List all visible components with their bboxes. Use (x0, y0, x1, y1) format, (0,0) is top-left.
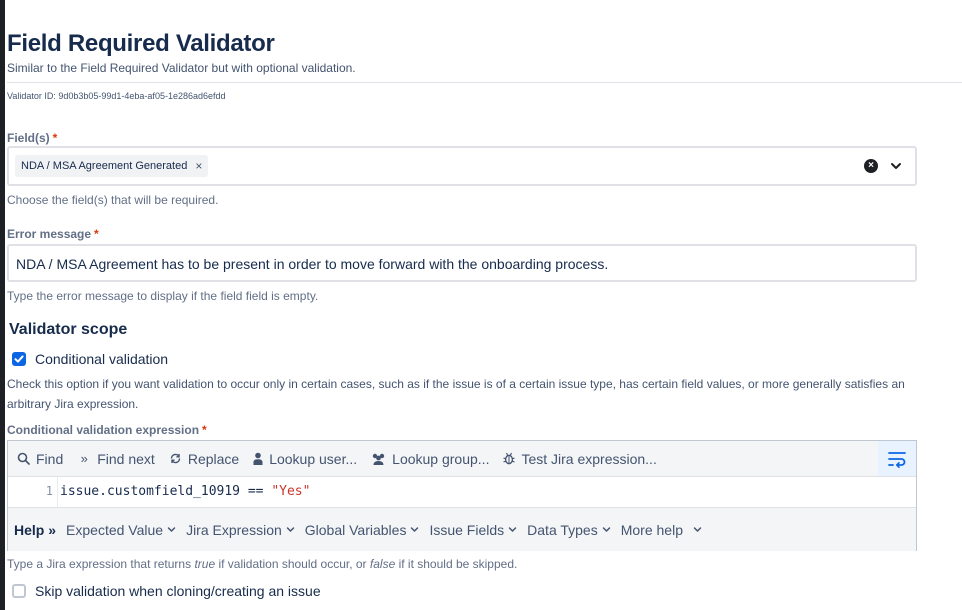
helper-false: false (369, 557, 396, 571)
help-label-text: Help (14, 521, 45, 538)
skip-validation-label[interactable]: Skip validation when cloning/creating an… (35, 583, 321, 599)
validator-scope-heading: Validator scope (9, 321, 128, 338)
find-label: Find (36, 450, 64, 467)
lookup-group-button[interactable]: Lookup group... (371, 451, 489, 467)
header-divider (7, 82, 962, 83)
help-item-label: More help (620, 521, 683, 538)
search-icon (17, 452, 30, 465)
replace-button[interactable]: Replace (169, 451, 239, 467)
selected-field-tag-label: NDA / MSA Agreement Generated (21, 160, 188, 172)
fields-select[interactable]: NDA / MSA Agreement Generated × × (7, 146, 917, 186)
help-label: Help » (14, 521, 57, 538)
help-more-help[interactable]: More help (621, 522, 702, 538)
helper-text: Type a Jira expression that returns (7, 557, 195, 571)
required-mark: * (94, 227, 99, 241)
conditional-validation-label[interactable]: Conditional validation (35, 351, 168, 367)
wrap-lines-icon (888, 451, 906, 468)
help-global-variables[interactable]: Global Variables (305, 522, 420, 538)
chevron-down-icon (167, 527, 176, 533)
line-number: 1 (45, 484, 53, 498)
helper-text: if validation should occur, or (215, 557, 370, 571)
code-editor-area[interactable]: 1 issue.customfield_10919 == "Yes" (8, 477, 916, 507)
conditional-validation-description: Check this option if you want validation… (7, 377, 905, 411)
fields-label-text: Field(s) (7, 131, 50, 145)
user-icon (253, 452, 263, 465)
help-bar: Help » Expected Value Jira Expression Gl… (8, 507, 916, 551)
code-string-literal: "Yes" (271, 484, 311, 499)
test-expression-label: Test Jira expression... (521, 450, 657, 467)
clear-selection-icon[interactable]: × (864, 159, 878, 173)
help-item-label: Data Types (527, 521, 598, 538)
help-jira-expression[interactable]: Jira Expression (186, 522, 295, 538)
checkmark-icon (14, 355, 24, 363)
fields-label: Field(s) * (7, 131, 57, 145)
helper-true: true (194, 557, 216, 571)
required-mark: * (52, 131, 58, 145)
error-message-helper: Type the error message to display if the… (7, 289, 319, 303)
editor-toolbar: Find » Find next Replace Lookup user... … (8, 441, 916, 477)
find-next-button[interactable]: » Find next (77, 451, 155, 467)
code-line[interactable]: issue.customfield_10919 == "Yes" (60, 484, 310, 499)
editor-gutter (57, 477, 58, 507)
bug-icon (503, 452, 516, 465)
chevron-down-icon (602, 527, 610, 533)
error-message-input[interactable]: NDA / MSA Agreement has to be present in… (7, 244, 917, 282)
skip-validation-checkbox[interactable] (12, 584, 26, 598)
expression-editor: Find » Find next Replace Lookup user... … (7, 440, 917, 551)
help-item-label: Issue Fields (429, 521, 505, 538)
chevron-down-icon (411, 527, 419, 533)
required-mark: * (202, 423, 207, 437)
lookup-user-label: Lookup user... (269, 450, 358, 467)
expression-label-text: Conditional validation expression (7, 423, 200, 437)
code-expression: issue.customfield_10919 == (60, 484, 272, 499)
lookup-user-button[interactable]: Lookup user... (253, 451, 357, 467)
fields-helper: Choose the field(s) that will be require… (7, 193, 219, 207)
chevron-down-icon (693, 527, 702, 533)
find-next-label: Find next (97, 450, 155, 467)
validator-id: Validator ID: 9d0b3b05-99d1-4eba-af05-1e… (7, 91, 226, 101)
help-item-label: Jira Expression (186, 521, 282, 538)
conditional-validation-checkbox[interactable] (12, 352, 26, 366)
helper-text: if it should be skipped. (395, 557, 518, 571)
validator-config-page: Field Required Validator Similar to the … (7, 0, 962, 610)
lookup-group-label: Lookup group... (392, 450, 490, 467)
expression-label: Conditional validation expression * (7, 423, 207, 437)
error-message-label: Error message * (7, 227, 99, 241)
selected-field-tag: NDA / MSA Agreement Generated × (15, 155, 209, 177)
expression-helper: Type a Jira expression that returns true… (7, 557, 517, 571)
help-issue-fields[interactable]: Issue Fields (429, 522, 517, 538)
page-subtitle: Similar to the Field Required Validator … (7, 61, 356, 75)
group-icon (372, 453, 385, 465)
test-expression-button[interactable]: Test Jira expression... (503, 450, 657, 467)
replace-icon (170, 453, 181, 464)
chevron-down-icon (508, 527, 517, 533)
help-expected-value[interactable]: Expected Value (66, 522, 176, 538)
help-data-types[interactable]: Data Types (527, 522, 611, 538)
help-item-label: Global Variables (304, 521, 407, 538)
line-wrap-toggle[interactable] (878, 441, 916, 476)
tag-remove-icon[interactable]: × (195, 159, 202, 173)
chevron-down-icon (286, 527, 295, 533)
page-title: Field Required Validator (7, 30, 275, 57)
help-item-label: Expected Value (66, 521, 164, 538)
chevron-down-icon[interactable] (888, 158, 904, 174)
double-chevron-right-icon: » (80, 451, 88, 466)
error-message-label-text: Error message (7, 227, 92, 241)
window-edge (0, 0, 5, 610)
find-button[interactable]: Find (17, 451, 63, 467)
replace-label: Replace (187, 450, 240, 467)
